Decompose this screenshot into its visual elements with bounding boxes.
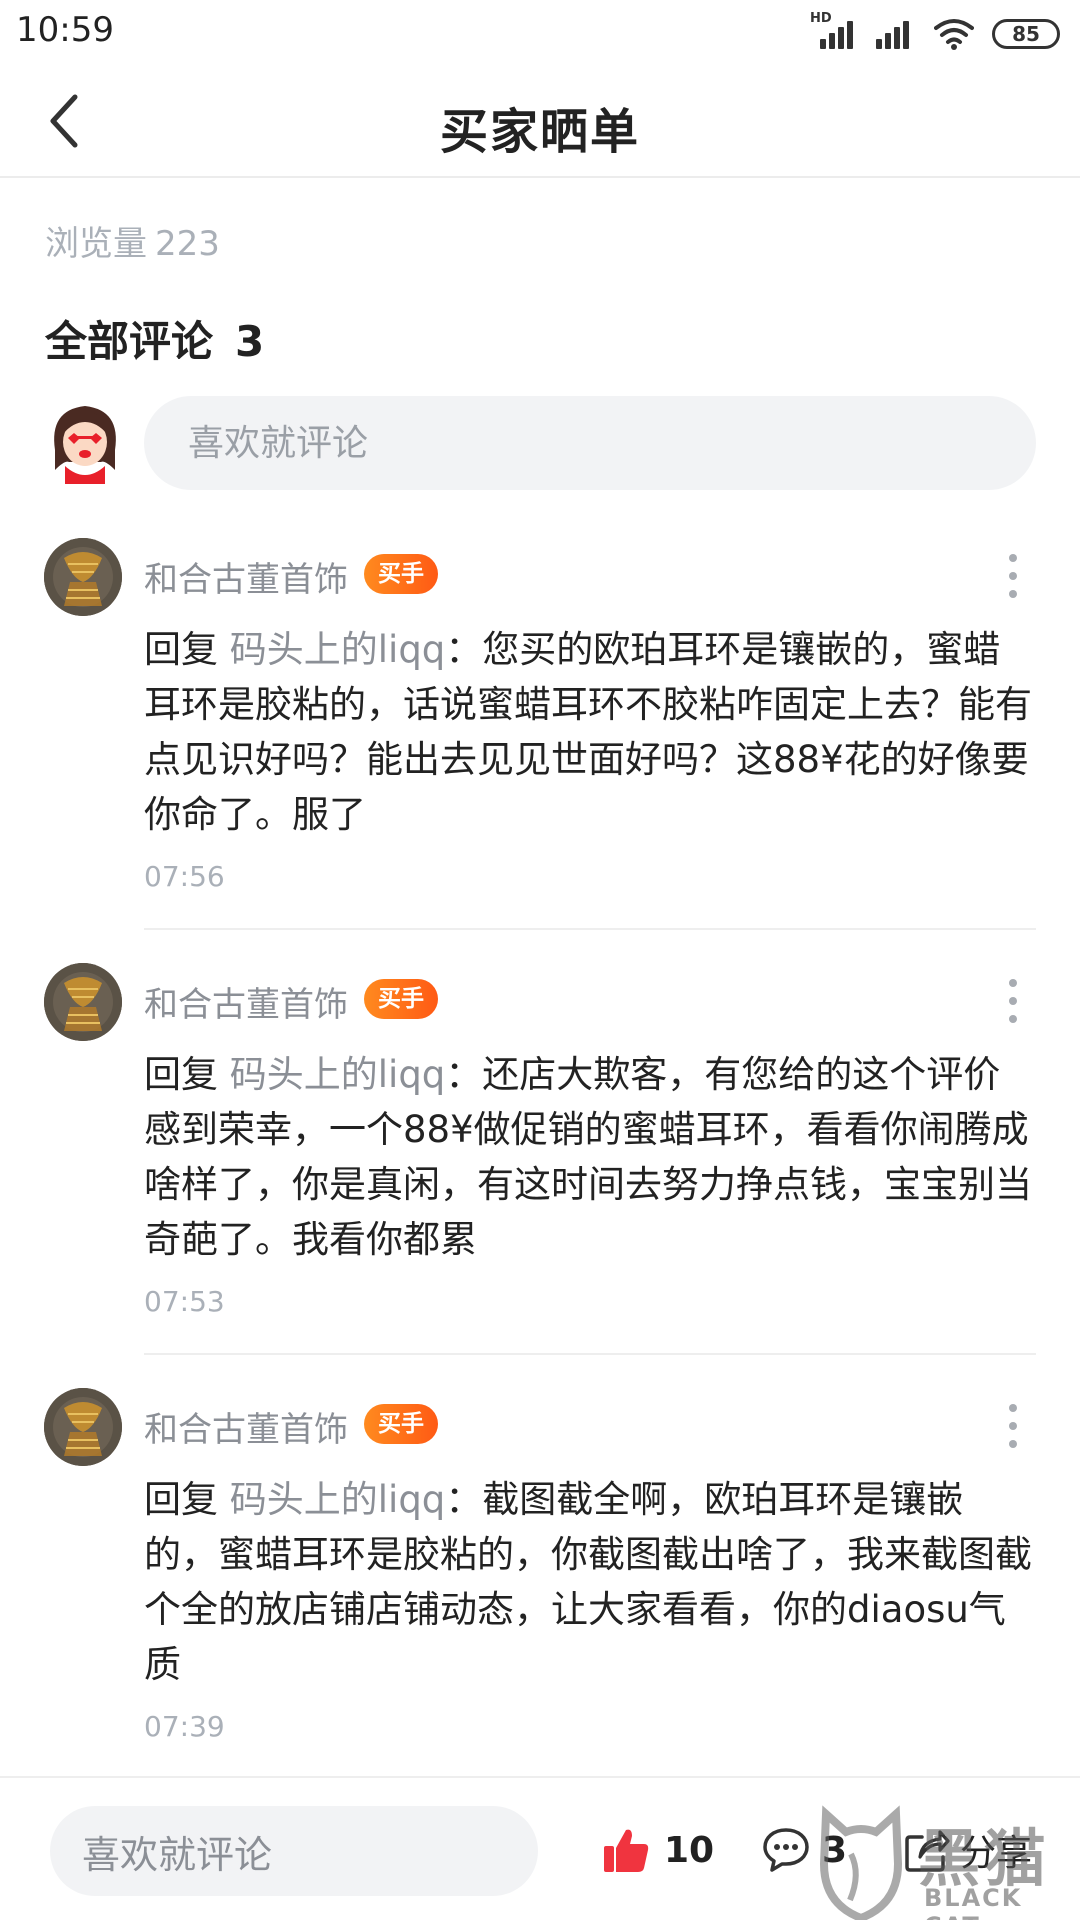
reply-prefix: 回复 xyxy=(144,1478,230,1521)
comment-time: 07:39 xyxy=(144,1710,225,1743)
comment-item: 和合古董首饰 买手 回复 码头上的liqq：还店大欺客，有您给的这个评价感到荣幸… xyxy=(0,963,1080,1363)
battery-level: 85 xyxy=(1012,22,1040,46)
watermark-logo: 黑猫 BLACK CAT xyxy=(806,1804,1076,1920)
user-avatar[interactable] xyxy=(44,1388,122,1466)
more-dot xyxy=(1009,979,1017,987)
buyer-badge: 买手 xyxy=(364,554,438,594)
status-time: 10:59 xyxy=(16,10,114,50)
more-dot xyxy=(1009,1440,1017,1448)
more-dot xyxy=(1009,1422,1017,1430)
status-icons: HD 85 xyxy=(810,11,1060,56)
header: 买家晒单 xyxy=(0,68,1080,178)
buyer-badge: 买手 xyxy=(364,979,438,1019)
page-title: 买家晒单 xyxy=(439,104,640,160)
thumbs-up-icon xyxy=(604,1829,649,1872)
battery-icon: 85 xyxy=(992,19,1060,49)
reply-prefix: 回复 xyxy=(144,628,230,671)
more-options-button[interactable] xyxy=(1006,979,1020,1023)
watermark-en: BLACK CAT xyxy=(924,1884,1023,1920)
reply-to-user[interactable]: 码头上的liqq xyxy=(230,1053,446,1096)
comment-time: 07:53 xyxy=(144,1285,225,1318)
comment-item: 和合古董首饰 买手 回复 码头上的liqq：您买的欧珀耳环是镶嵌的，蜜蜡耳环是胶… xyxy=(0,538,1080,938)
comment-body: 回复 码头上的liqq：还店大欺客，有您给的这个评价感到荣幸，一个88¥做促销的… xyxy=(144,1047,1034,1267)
signal-hd-icon: HD xyxy=(810,11,856,51)
more-dot xyxy=(1009,997,1017,1005)
signal-icon xyxy=(874,17,916,51)
comment-bubble-icon xyxy=(763,1828,809,1872)
my-avatar xyxy=(54,406,116,484)
buyer-badge: 买手 xyxy=(364,1404,438,1444)
reply-prefix: 回复 xyxy=(144,1053,230,1096)
comment-body: 回复 码头上的liqq：您买的欧珀耳环是镶嵌的，蜜蜡耳环是胶粘的，话说蜜蜡耳环不… xyxy=(144,622,1034,842)
view-count-value: 223 xyxy=(155,224,220,264)
more-dot xyxy=(1009,590,1017,598)
more-options-button[interactable] xyxy=(1006,1404,1020,1448)
view-count: 浏览量 223 xyxy=(45,216,220,265)
user-avatar[interactable] xyxy=(44,538,122,616)
reply-to-user[interactable]: 码头上的liqq xyxy=(230,1478,446,1521)
comment-input[interactable] xyxy=(144,396,1036,490)
username[interactable]: 和合古董首饰 xyxy=(144,977,348,1026)
more-dot xyxy=(1009,1404,1017,1412)
like-button[interactable]: 10 xyxy=(602,1822,714,1878)
bottom-comment-input[interactable]: 喜欢就评论 xyxy=(50,1806,538,1896)
user-avatar[interactable] xyxy=(44,963,122,1041)
comment-time: 07:56 xyxy=(144,860,225,893)
comment-divider xyxy=(144,928,1036,930)
wifi-icon xyxy=(934,19,974,50)
status-bar: 10:59 HD 85 xyxy=(0,0,1080,68)
username[interactable]: 和合古董首饰 xyxy=(144,552,348,601)
username[interactable]: 和合古董首饰 xyxy=(144,1402,348,1451)
comment-item: 和合古董首饰 买手 回复 码头上的liqq：截图截全啊，欧珀耳环是镶嵌的，蜜蜡耳… xyxy=(0,1388,1080,1768)
view-count-label: 浏览量 xyxy=(45,224,147,264)
comments-heading: 全部评论 3 xyxy=(45,308,264,369)
more-options-button[interactable] xyxy=(1006,554,1020,598)
black-cat-logo-icon xyxy=(819,1805,903,1920)
reply-to-user[interactable]: 码头上的liqq xyxy=(230,628,446,671)
comment-body: 回复 码头上的liqq：截图截全啊，欧珀耳环是镶嵌的，蜜蜡耳环是胶粘的，你截图截… xyxy=(144,1472,1034,1692)
like-count: 10 xyxy=(664,1829,715,1871)
more-dot xyxy=(1009,554,1017,562)
more-dot xyxy=(1009,1015,1017,1023)
comments-count: 3 xyxy=(235,317,265,366)
comment-divider xyxy=(144,1353,1036,1355)
comments-heading-label: 全部评论 xyxy=(45,317,214,366)
network-type-label: HD xyxy=(810,11,832,26)
more-dot xyxy=(1009,572,1017,580)
